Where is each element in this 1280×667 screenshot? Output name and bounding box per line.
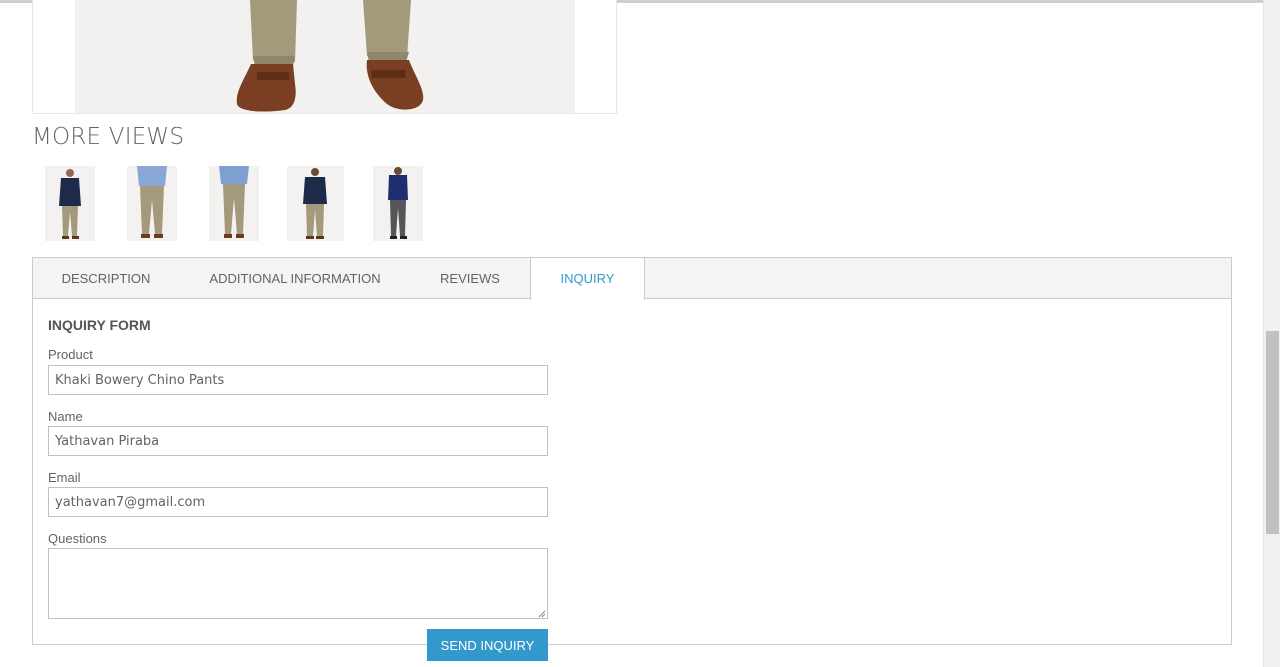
email-label: Email xyxy=(48,470,81,485)
page-scrollbar[interactable] xyxy=(1263,0,1280,667)
inquiry-form-title: INQUIRY FORM xyxy=(48,317,151,333)
thumbnail-check-shirt-khaki[interactable] xyxy=(127,166,177,241)
tab-bar: DESCRIPTION ADDITIONAL INFORMATION REVIE… xyxy=(33,258,1231,300)
thumbnail-navy-blazer-back[interactable] xyxy=(287,166,344,241)
product-photo xyxy=(75,0,575,113)
more-views-title: MORE VIEWS xyxy=(32,124,185,150)
name-label: Name xyxy=(48,409,83,424)
thumbnail-image xyxy=(127,166,177,241)
name-field[interactable] xyxy=(48,426,548,456)
questions-label: Questions xyxy=(48,531,107,546)
tab-inquiry[interactable]: INQUIRY xyxy=(530,258,645,300)
thumbnail-image xyxy=(287,166,344,241)
main-product-image[interactable] xyxy=(32,0,617,114)
thumbnail-image xyxy=(373,166,423,241)
tab-additional-information[interactable]: ADDITIONAL INFORMATION xyxy=(179,258,411,299)
thumbnail-navy-shirt-gray[interactable] xyxy=(373,166,423,241)
tab-reviews[interactable]: REVIEWS xyxy=(411,258,529,299)
product-photo-art xyxy=(75,0,575,113)
product-tabs-panel: DESCRIPTION ADDITIONAL INFORMATION REVIE… xyxy=(32,257,1232,661)
send-inquiry-button[interactable]: SEND INQUIRY xyxy=(427,629,548,661)
thumbnail-navy-blazer-khaki[interactable] xyxy=(45,166,95,241)
product-field[interactable] xyxy=(48,365,548,395)
thumbnail-check-shirt-khaki-side[interactable] xyxy=(209,166,259,241)
product-label: Product xyxy=(48,347,93,362)
thumbnail-image xyxy=(209,166,259,241)
tab-description[interactable]: DESCRIPTION xyxy=(33,258,179,299)
questions-field[interactable] xyxy=(48,548,548,619)
thumbnail-image xyxy=(45,166,95,241)
resize-grip-icon[interactable] xyxy=(536,608,546,618)
scrollbar-thumb[interactable] xyxy=(1266,331,1279,534)
thumbnail-strip xyxy=(0,166,600,242)
email-field[interactable] xyxy=(48,487,548,517)
